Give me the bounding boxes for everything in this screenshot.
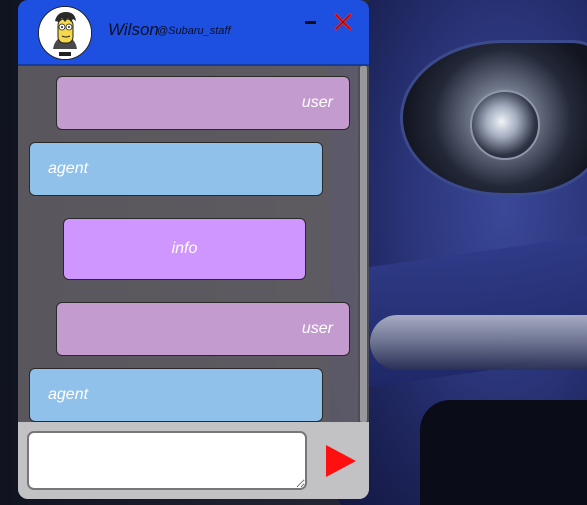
send-button[interactable] xyxy=(322,442,360,480)
message-text: agent xyxy=(48,160,89,177)
agent-name: Wilson xyxy=(108,20,159,39)
message-bubble-agent: agent xyxy=(29,142,323,196)
message-list: user agent info user agent xyxy=(18,66,358,422)
chat-header: Wilson @Subaru_staff xyxy=(18,0,369,66)
close-icon xyxy=(334,13,352,31)
message-text: user xyxy=(301,94,333,111)
headlight-lens xyxy=(470,90,540,160)
message-bubble-info: info xyxy=(63,218,306,280)
agent-avatar xyxy=(38,6,92,60)
agent-handle: @Subaru_staff xyxy=(157,25,231,37)
message-bubble-agent: agent xyxy=(29,368,323,422)
cartoon-avatar-icon xyxy=(39,7,91,59)
message-scrollbar[interactable] xyxy=(358,66,369,422)
send-arrow-icon xyxy=(326,445,356,477)
message-input[interactable] xyxy=(27,431,307,490)
minimize-button[interactable] xyxy=(303,14,319,30)
car-grille xyxy=(420,400,587,505)
message-text: info xyxy=(171,240,198,257)
message-bubble-user: user xyxy=(56,302,350,356)
chat-widget: Wilson @Subaru_staff user agent info use… xyxy=(18,0,369,499)
message-text: agent xyxy=(48,386,89,403)
message-bubble-user: user xyxy=(56,76,350,130)
composer-area xyxy=(18,422,369,499)
close-button[interactable] xyxy=(332,11,354,33)
scrollbar-thumb[interactable] xyxy=(360,66,367,422)
message-text: user xyxy=(301,320,333,337)
car-bumper xyxy=(370,315,587,370)
